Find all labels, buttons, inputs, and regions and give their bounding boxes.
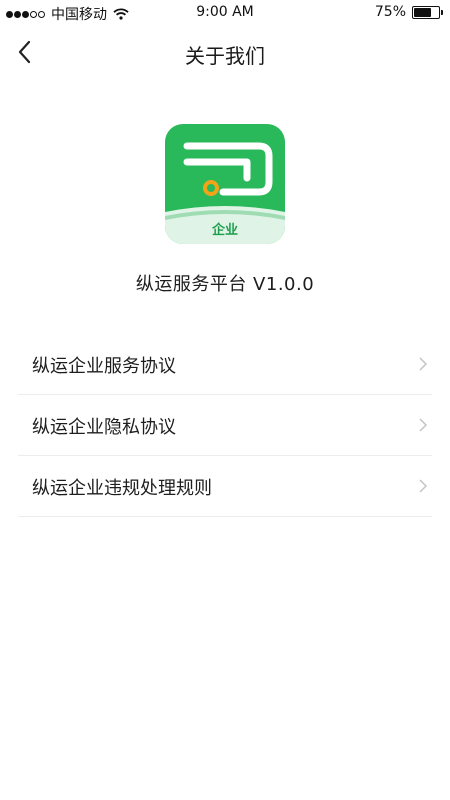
menu-item-label: 纵运企业违规处理规则 bbox=[32, 478, 212, 499]
logo-badge-text: 企业 bbox=[211, 222, 238, 238]
app-name-version: 纵运服务平台 V1.0.0 bbox=[135, 274, 315, 295]
chevron-right-icon bbox=[419, 479, 428, 493]
agreement-list: 纵运企业服务协议 纵运企业隐私协议 纵运企业违规处理规则 bbox=[18, 334, 432, 517]
battery-icon bbox=[412, 5, 443, 19]
app-logo: 企业 bbox=[165, 124, 285, 244]
status-bar: 中国移动 9:00 AM 75% bbox=[0, 0, 450, 26]
menu-item-privacy-agreement[interactable]: 纵运企业隐私协议 bbox=[18, 395, 432, 456]
menu-item-service-agreement[interactable]: 纵运企业服务协议 bbox=[18, 334, 432, 395]
battery-status: 75% bbox=[374, 4, 443, 20]
menu-item-violation-rules[interactable]: 纵运企业违规处理规则 bbox=[18, 456, 432, 517]
navigation-bar: 关于我们 bbox=[0, 26, 450, 78]
chevron-right-icon bbox=[419, 418, 428, 432]
battery-percent: 75% bbox=[374, 4, 406, 20]
menu-item-label: 纵运企业服务协议 bbox=[32, 356, 176, 377]
chevron-right-icon bbox=[419, 357, 428, 371]
menu-item-label: 纵运企业隐私协议 bbox=[32, 417, 176, 438]
page-title: 关于我们 bbox=[185, 44, 265, 68]
